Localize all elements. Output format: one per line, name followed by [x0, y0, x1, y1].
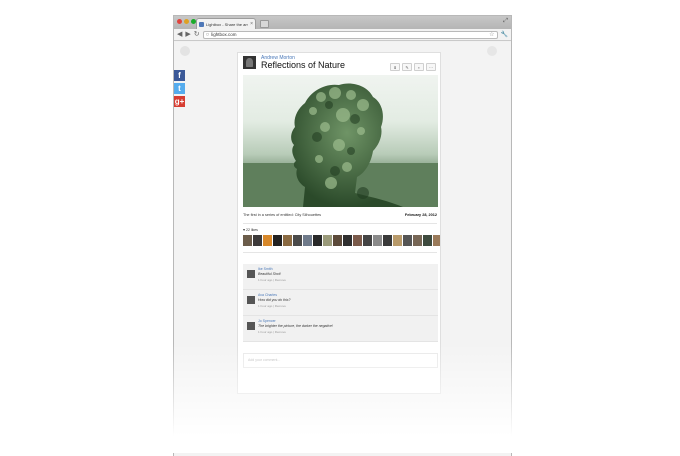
comment-meta[interactable]: 1 hour ago | Remove	[258, 304, 286, 308]
comment-author[interactable]: Jo Spencer	[258, 319, 276, 323]
like-avatar[interactable]	[423, 235, 432, 246]
star-icon[interactable]: ☆	[489, 32, 494, 38]
comment-avatar[interactable]	[247, 270, 255, 278]
like-avatar[interactable]	[433, 235, 440, 246]
site-logo[interactable]	[180, 46, 190, 56]
edit-icon[interactable]: ✎	[402, 63, 412, 71]
like-avatar[interactable]	[293, 235, 302, 246]
comment-text: How did you do this?	[258, 298, 291, 302]
divider	[243, 223, 437, 224]
tab-bar: Lightbox - Share the amazing × ⤢	[174, 16, 511, 29]
like-avatar[interactable]	[313, 235, 322, 246]
comment-item: Ava Charles How did you do this? 1 hour …	[243, 290, 438, 316]
like-avatar[interactable]	[403, 235, 412, 246]
resize-icon[interactable]: ⤢	[503, 18, 508, 25]
like-avatar[interactable]	[253, 235, 262, 246]
page-info-icon: ○	[205, 31, 210, 38]
new-tab-button[interactable]	[260, 20, 269, 28]
address-bar[interactable]: ○ lightbox.com ☆	[202, 30, 498, 39]
like-avatar[interactable]	[343, 235, 352, 246]
like-avatar[interactable]	[323, 235, 332, 246]
facebook-share-button[interactable]: f	[174, 70, 185, 81]
browser-window: Lightbox - Share the amazing × ⤢ ◀ ▶ ↻ ○…	[173, 15, 512, 456]
browser-toolbar: ◀ ▶ ↻ ○ lightbox.com ☆ 🔧	[174, 29, 511, 41]
tab-title: Lightbox - Share the amazing	[206, 21, 248, 27]
post-actions: ⬇ ✎ ▪ ⋯	[390, 63, 436, 71]
comment-avatar[interactable]	[247, 322, 255, 330]
like-avatar[interactable]	[283, 235, 292, 246]
comment-meta[interactable]: 1 hour ago | Remove	[258, 330, 286, 334]
post-card: Andrew Morton Reflections of Nature ⬇ ✎ …	[237, 52, 441, 394]
back-icon[interactable]: ◀	[177, 31, 182, 38]
close-window-button[interactable]	[177, 19, 182, 24]
download-icon[interactable]: ⬇	[390, 63, 400, 71]
silhouette-image	[243, 83, 438, 207]
post-caption: The first in a series of entitled: City …	[243, 213, 322, 217]
more-icon[interactable]: ⋯	[426, 63, 436, 71]
comment-author[interactable]: Ike Smith	[258, 267, 273, 271]
window-controls	[177, 19, 196, 24]
comments-list: Ike Smith Beautiful Shot! 1 hour ago | R…	[243, 264, 438, 342]
twitter-share-button[interactable]: t	[174, 83, 185, 94]
like-avatar[interactable]	[273, 235, 282, 246]
post-date: February 28, 2012	[404, 213, 437, 217]
page-viewport: f t g+ Andrew Morton Reflections of Natu…	[174, 42, 511, 456]
likes-count[interactable]: ♥ 22 likes	[243, 228, 258, 232]
delete-icon[interactable]: ▪	[414, 63, 424, 71]
like-avatar[interactable]	[263, 235, 272, 246]
browser-tab[interactable]: Lightbox - Share the amazing ×	[196, 18, 256, 29]
close-tab-icon[interactable]: ×	[250, 21, 253, 27]
forward-icon[interactable]: ▶	[185, 31, 190, 38]
url-text: lightbox.com	[211, 32, 237, 37]
favicon-icon	[199, 21, 204, 27]
comment-input[interactable]: Add your comment...	[243, 353, 438, 368]
post-photo[interactable]	[243, 75, 438, 207]
googleplus-share-button[interactable]: g+	[174, 96, 185, 107]
comment-text: Beautiful Shot!	[258, 272, 281, 276]
reload-icon[interactable]: ↻	[194, 31, 200, 38]
like-avatar[interactable]	[413, 235, 422, 246]
comment-item: Ike Smith Beautiful Shot! 1 hour ago | R…	[243, 264, 438, 290]
comment-avatar[interactable]	[247, 296, 255, 304]
minimize-window-button[interactable]	[184, 19, 189, 24]
like-avatar[interactable]	[333, 235, 342, 246]
divider	[243, 252, 437, 253]
comment-text: The brighter the picture, the darker the…	[258, 324, 333, 328]
like-avatar[interactable]	[303, 235, 312, 246]
like-avatar[interactable]	[383, 235, 392, 246]
like-avatar[interactable]	[373, 235, 382, 246]
user-menu-icon[interactable]	[487, 46, 497, 56]
comment-author[interactable]: Ava Charles	[258, 293, 277, 297]
wrench-icon[interactable]: 🔧	[501, 32, 508, 38]
like-avatar[interactable]	[393, 235, 402, 246]
share-bar: f t g+	[174, 70, 185, 107]
comment-meta[interactable]: 1 hour ago | Remove	[258, 278, 286, 282]
like-avatar[interactable]	[243, 235, 252, 246]
author-avatar[interactable]	[243, 56, 256, 69]
like-avatar[interactable]	[353, 235, 362, 246]
post-title: Reflections of Nature	[261, 60, 346, 70]
likes-thumbnails	[243, 235, 440, 246]
comment-item: Jo Spencer The brighter the picture, the…	[243, 316, 438, 342]
like-avatar[interactable]	[363, 235, 372, 246]
